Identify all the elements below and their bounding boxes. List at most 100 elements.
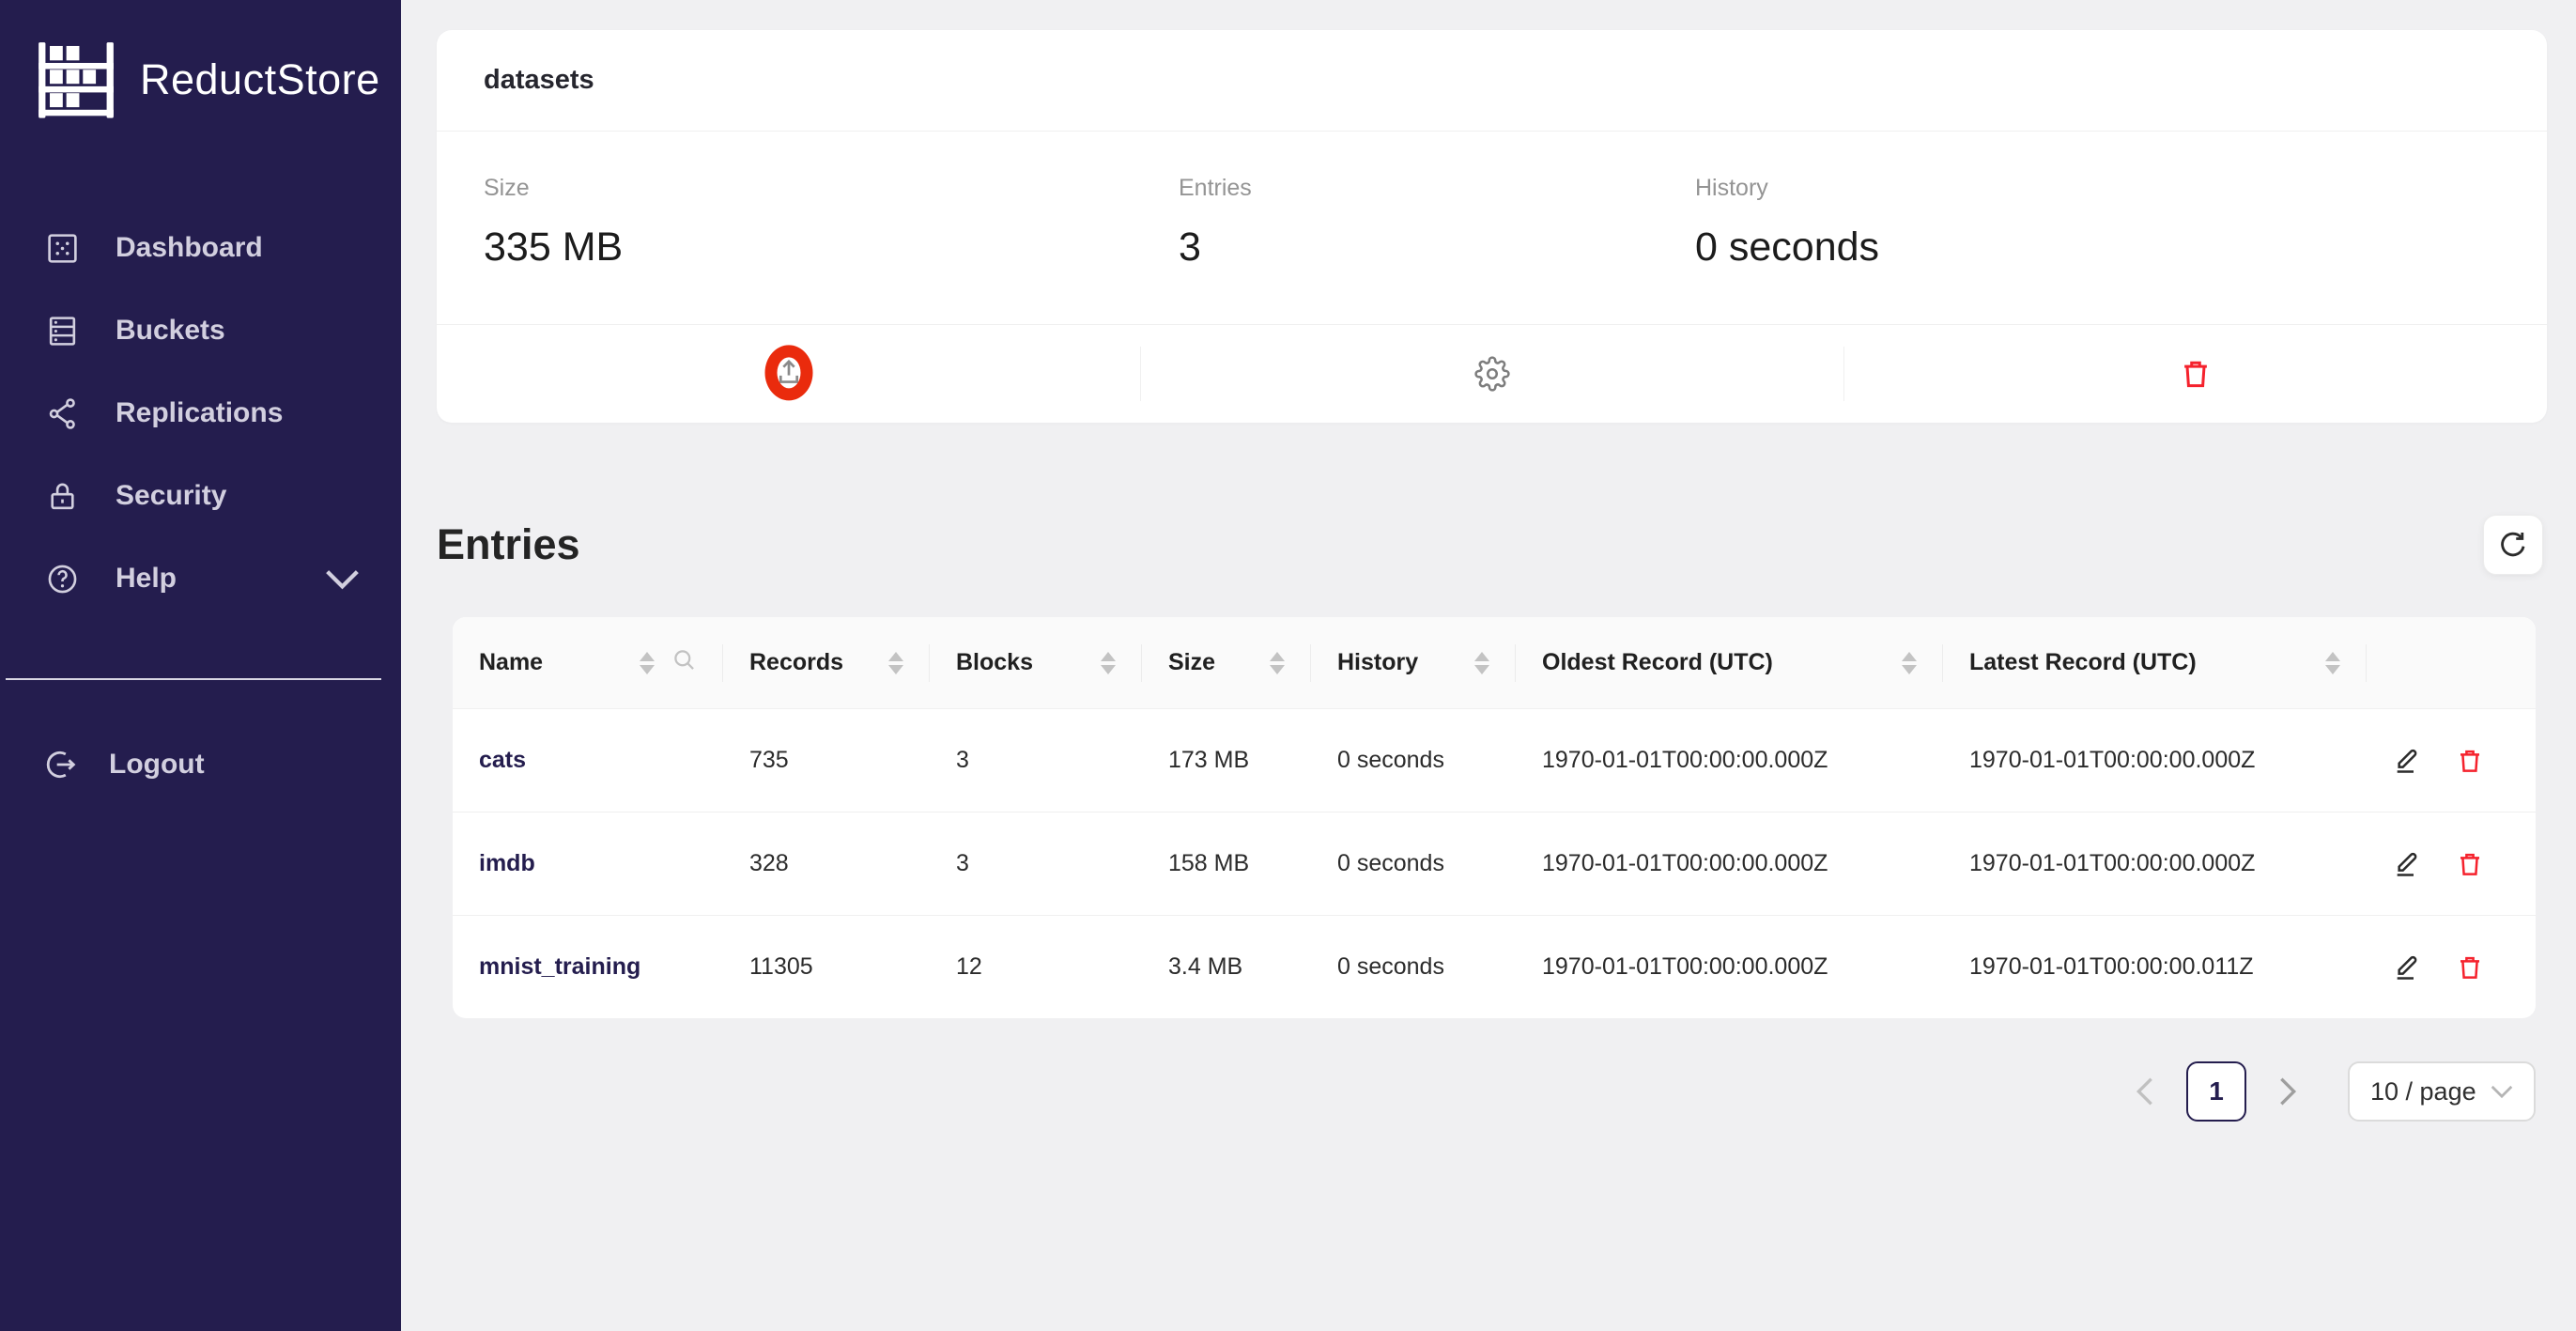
reload-button[interactable] <box>2483 515 2543 575</box>
sort-icon[interactable] <box>2325 652 2340 674</box>
sidebar-divider <box>6 678 381 680</box>
stat-label: History <box>1695 175 2547 202</box>
settings-button[interactable] <box>1140 325 1843 423</box>
stat-label: Entries <box>1179 175 1648 202</box>
trash-icon <box>2455 849 2485 879</box>
column-label: Oldest Record (UTC) <box>1542 649 1885 676</box>
next-page-button[interactable] <box>2261 1061 2314 1122</box>
edit-icon <box>2393 746 2423 776</box>
cell-blocks: 3 <box>930 747 1142 774</box>
reload-icon <box>2497 529 2529 561</box>
sort-icon[interactable] <box>888 652 903 674</box>
sidebar: ReductStore Dashboard <box>0 0 401 1331</box>
sidebar-item-label: Buckets <box>116 315 225 347</box>
sidebar-item-label: Help <box>116 563 177 595</box>
previous-page-button[interactable] <box>2119 1061 2171 1122</box>
sidebar-item-help[interactable]: Help <box>0 537 401 620</box>
sidebar-item-label: Security <box>116 480 226 512</box>
help-icon <box>45 562 80 596</box>
table-row: imdb 328 3 158 MB 0 seconds 1970-01-01T0… <box>453 812 2536 915</box>
upload-icon <box>771 356 807 392</box>
table-row: mnist_training 11305 12 3.4 MB 0 seconds… <box>453 915 2536 1018</box>
stat-history: History 0 seconds <box>1648 175 2547 324</box>
cell-latest-record: 1970-01-01T00:00:00.000Z <box>1943 747 2367 774</box>
page-size-value: 10 / page <box>2370 1077 2476 1107</box>
stat-entries: Entries 3 <box>1132 175 1648 324</box>
brand-logo[interactable]: ReductStore <box>0 0 401 124</box>
cell-history: 0 seconds <box>1311 953 1516 981</box>
column-header-blocks[interactable]: Blocks <box>930 617 1142 708</box>
column-header-size[interactable]: Size <box>1142 617 1311 708</box>
cell-latest-record: 1970-01-01T00:00:00.011Z <box>1943 953 2367 981</box>
sort-icon[interactable] <box>1474 652 1489 674</box>
edit-entry-button[interactable] <box>2393 746 2423 776</box>
search-icon[interactable] <box>671 647 697 679</box>
replications-icon <box>45 396 80 431</box>
sort-icon[interactable] <box>1101 652 1116 674</box>
bucket-actions <box>437 324 2547 423</box>
cell-history: 0 seconds <box>1311 747 1516 774</box>
column-label: History <box>1337 649 1458 676</box>
delete-entry-button[interactable] <box>2455 952 2485 983</box>
column-header-latest-record[interactable]: Latest Record (UTC) <box>1943 617 2367 708</box>
chevron-right-icon <box>2277 1077 2298 1106</box>
column-header-history[interactable]: History <box>1311 617 1516 708</box>
table-header-row: Name Records Blocks Size <box>453 617 2536 708</box>
cell-records: 11305 <box>723 953 930 981</box>
bucket-panel: datasets Size 335 MB Entries 3 History 0… <box>437 30 2547 423</box>
delete-entry-button[interactable] <box>2455 746 2485 776</box>
sidebar-nav: Dashboard Buckets Replications <box>0 207 401 620</box>
table-row: cats 735 3 173 MB 0 seconds 1970-01-01T0… <box>453 708 2536 812</box>
page-number-1[interactable]: 1 <box>2186 1061 2246 1122</box>
entry-link[interactable]: imdb <box>479 850 535 876</box>
column-header-oldest-record[interactable]: Oldest Record (UTC) <box>1516 617 1943 708</box>
reductstore-logo-icon <box>33 37 119 123</box>
logout-label: Logout <box>109 749 205 781</box>
sidebar-item-replications[interactable]: Replications <box>0 372 401 455</box>
sidebar-item-buckets[interactable]: Buckets <box>0 289 401 372</box>
buckets-icon <box>45 314 80 348</box>
sort-icon[interactable] <box>1902 652 1917 674</box>
brand-name: ReductStore <box>140 55 380 104</box>
bucket-title: datasets <box>437 30 2547 132</box>
entry-link[interactable]: cats <box>479 747 526 773</box>
cell-blocks: 12 <box>930 953 1142 981</box>
column-header-name[interactable]: Name <box>453 617 723 708</box>
row-actions <box>2367 849 2536 879</box>
sort-icon[interactable] <box>1270 652 1285 674</box>
sort-icon[interactable] <box>640 652 655 674</box>
cell-oldest-record: 1970-01-01T00:00:00.000Z <box>1516 953 1943 981</box>
entries-table: Name Records Blocks Size <box>453 617 2536 1018</box>
cell-blocks: 3 <box>930 850 1142 877</box>
entry-link[interactable]: mnist_training <box>479 953 640 980</box>
page-size-select[interactable]: 10 / page <box>2348 1061 2536 1122</box>
stat-value: 3 <box>1179 224 1648 271</box>
delete-entry-button[interactable] <box>2455 849 2485 879</box>
cell-records: 735 <box>723 747 930 774</box>
delete-bucket-button[interactable] <box>1843 325 2547 423</box>
sidebar-item-dashboard[interactable]: Dashboard <box>0 207 401 289</box>
column-header-records[interactable]: Records <box>723 617 930 708</box>
logout-button[interactable]: Logout <box>0 746 401 783</box>
column-label: Name <box>479 649 623 676</box>
gear-icon <box>1474 356 1510 392</box>
sidebar-item-security[interactable]: Security <box>0 455 401 537</box>
main-content: datasets Size 335 MB Entries 3 History 0… <box>401 0 2576 1331</box>
chevron-down-icon <box>2491 1084 2513 1099</box>
cell-size: 158 MB <box>1142 850 1311 877</box>
trash-icon <box>2455 746 2485 776</box>
cell-records: 328 <box>723 850 930 877</box>
row-actions <box>2367 746 2536 776</box>
sidebar-item-label: Dashboard <box>116 232 263 264</box>
column-header-actions <box>2367 617 2536 708</box>
upload-button[interactable] <box>437 325 1140 423</box>
entries-header: Entries <box>437 515 2543 575</box>
edit-entry-button[interactable] <box>2393 849 2423 879</box>
cell-oldest-record: 1970-01-01T00:00:00.000Z <box>1516 850 1943 877</box>
column-label: Records <box>749 649 872 676</box>
cell-oldest-record: 1970-01-01T00:00:00.000Z <box>1516 747 1943 774</box>
trash-icon <box>2178 356 2214 392</box>
trash-icon <box>2455 952 2485 983</box>
edit-entry-button[interactable] <box>2393 952 2423 983</box>
entries-title: Entries <box>437 518 580 572</box>
